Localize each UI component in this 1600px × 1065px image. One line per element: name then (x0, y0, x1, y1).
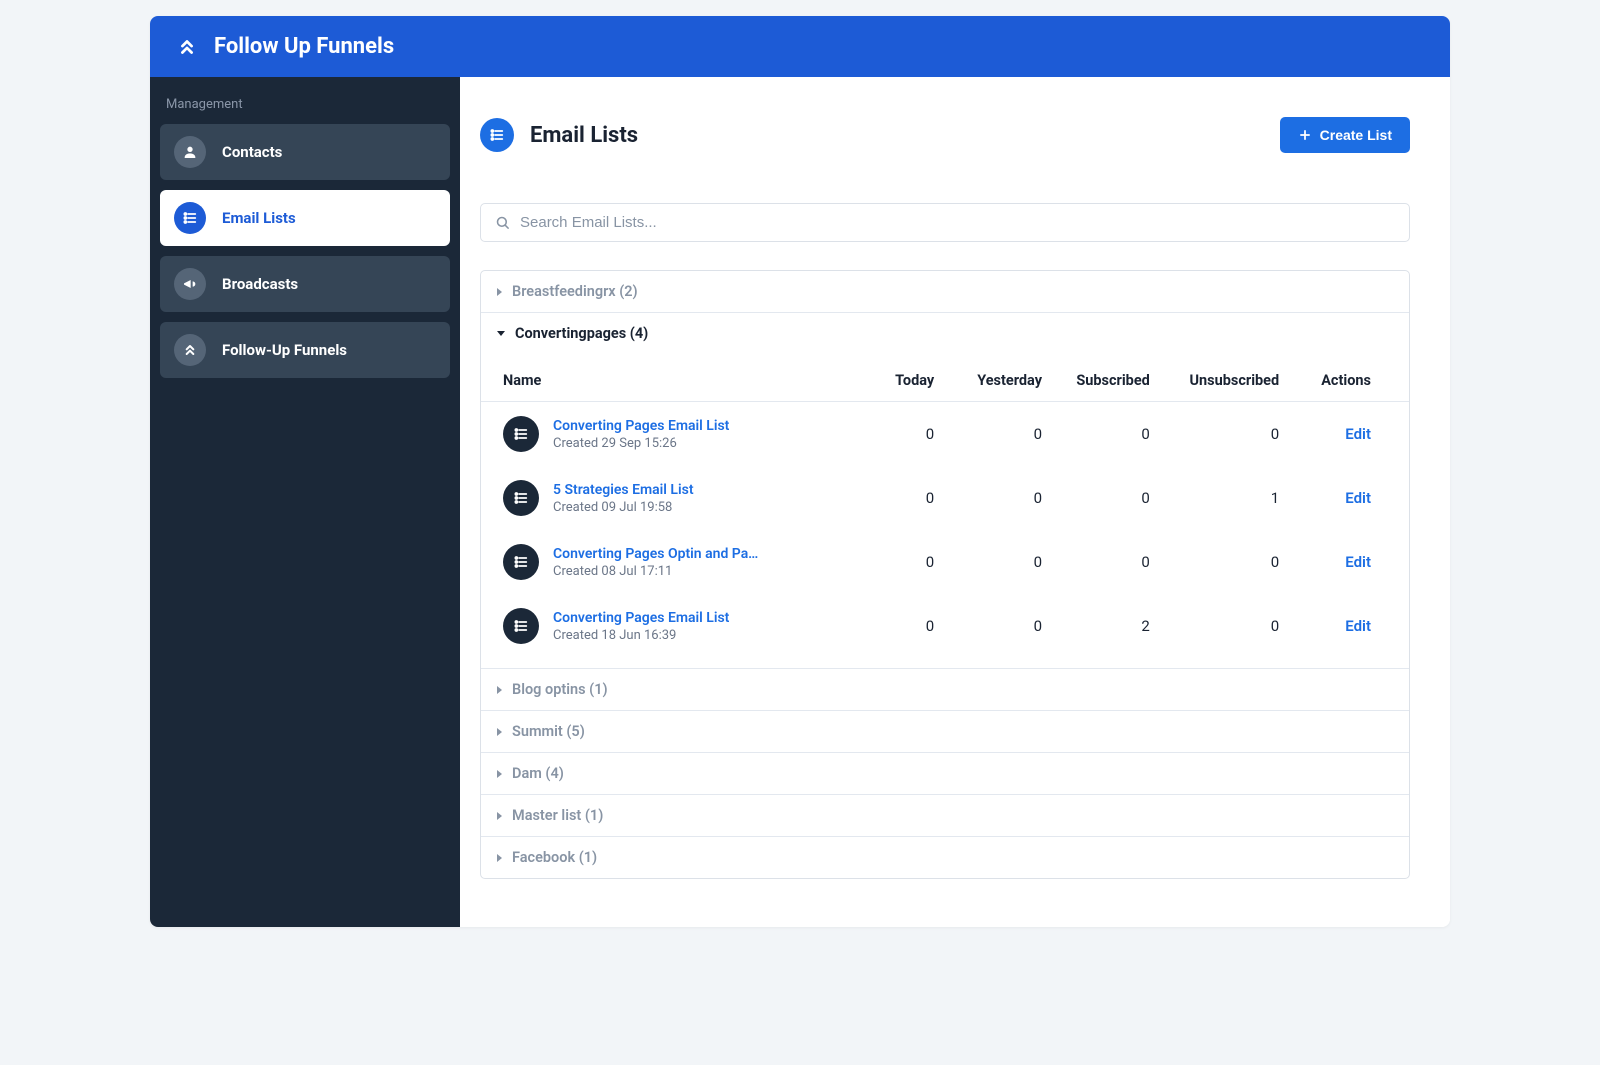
caret-right-icon (497, 770, 502, 778)
table-row: Converting Pages Email List Created 18 Ju… (481, 594, 1409, 658)
cell-today: 0 (826, 553, 934, 571)
sidebar-item-contacts[interactable]: Contacts (160, 124, 450, 180)
list-icon (503, 608, 539, 644)
col-yesterday: Yesterday (934, 372, 1042, 389)
cell-subscribed: 0 (1042, 553, 1150, 571)
list-name-link[interactable]: Converting Pages Email List (553, 418, 729, 434)
edit-link[interactable]: Edit (1279, 553, 1387, 571)
cell-yesterday: 0 (934, 617, 1042, 635)
cell-today: 0 (826, 489, 934, 507)
list-icon (174, 202, 206, 234)
app-title: Follow Up Funnels (214, 34, 394, 59)
sidebar-item-label: Email Lists (222, 209, 296, 227)
group-header[interactable]: Facebook (1) (481, 836, 1409, 878)
caret-down-icon (497, 331, 505, 336)
caret-right-icon (497, 728, 502, 736)
cell-unsubscribed: 0 (1150, 553, 1279, 571)
search-icon (495, 215, 510, 230)
group-label: Summit (5) (512, 723, 585, 740)
group-header[interactable]: Blog optins (1) (481, 668, 1409, 710)
caret-right-icon (497, 686, 502, 694)
list-icon (503, 480, 539, 516)
group-label: Convertingpages (4) (515, 325, 648, 342)
list-icon (503, 544, 539, 580)
group-label: Blog optins (1) (512, 681, 608, 698)
cell-subscribed: 2 (1042, 617, 1150, 635)
group-label: Facebook (1) (512, 849, 597, 866)
edit-link[interactable]: Edit (1279, 489, 1387, 507)
cell-subscribed: 0 (1042, 425, 1150, 443)
table-row: Converting Pages Optin and Pay… Created 0… (481, 530, 1409, 594)
name-cell: Converting Pages Email List Created 18 Ju… (503, 608, 826, 644)
caret-right-icon (497, 854, 502, 862)
cell-unsubscribed: 0 (1150, 425, 1279, 443)
group-header[interactable]: Convertingpages (4) (481, 312, 1409, 354)
group-label: Breastfeedingrx (2) (512, 283, 638, 300)
cell-yesterday: 0 (934, 553, 1042, 571)
caret-right-icon (497, 812, 502, 820)
col-subscribed: Subscribed (1042, 372, 1150, 389)
group-header[interactable]: Master list (1) (481, 794, 1409, 836)
cell-yesterday: 0 (934, 425, 1042, 443)
create-list-button[interactable]: Create List (1280, 117, 1410, 153)
table-row: Converting Pages Email List Created 29 Se… (481, 402, 1409, 466)
group-label: Master list (1) (512, 807, 603, 824)
sidebar-item-label: Contacts (222, 143, 282, 161)
cell-unsubscribed: 1 (1150, 489, 1279, 507)
chevrons-up-icon (176, 36, 198, 58)
sidebar-item-label: Broadcasts (222, 275, 298, 293)
page-title-wrap: Email Lists (480, 118, 638, 152)
sidebar-item-followup-funnels[interactable]: Follow-Up Funnels (160, 322, 450, 378)
group-label: Dam (4) (512, 765, 564, 782)
col-name: Name (503, 372, 826, 389)
megaphone-icon (174, 268, 206, 300)
list-name-link[interactable]: 5 Strategies Email List (553, 482, 694, 498)
content: Email Lists Create List Breastfeedingrx … (460, 77, 1450, 927)
sidebar-section-label: Management (160, 89, 450, 124)
group-header[interactable]: Summit (5) (481, 710, 1409, 752)
table-row: 5 Strategies Email List Created 09 Jul 19… (481, 466, 1409, 530)
cell-subscribed: 0 (1042, 489, 1150, 507)
created-text: Created 08 Jul 17:11 (553, 564, 763, 579)
name-cell: 5 Strategies Email List Created 09 Jul 19… (503, 480, 826, 516)
page-title: Email Lists (530, 123, 638, 148)
sidebar-item-email-lists[interactable]: Email Lists (160, 190, 450, 246)
search-input[interactable] (520, 214, 1395, 231)
cell-unsubscribed: 0 (1150, 617, 1279, 635)
col-unsubscribed: Unsubscribed (1150, 372, 1279, 389)
col-actions: Actions (1279, 372, 1387, 389)
app-window: Follow Up Funnels Management Contacts Em… (150, 16, 1450, 927)
list-icon (503, 416, 539, 452)
search-box[interactable] (480, 203, 1410, 242)
col-today: Today (826, 372, 934, 389)
edit-link[interactable]: Edit (1279, 425, 1387, 443)
cell-today: 0 (826, 425, 934, 443)
list-icon (480, 118, 514, 152)
chevrons-up-icon (174, 334, 206, 366)
created-text: Created 09 Jul 19:58 (553, 500, 694, 515)
list-name-link[interactable]: Converting Pages Email List (553, 610, 729, 626)
created-text: Created 18 Jun 16:39 (553, 628, 729, 643)
edit-link[interactable]: Edit (1279, 617, 1387, 635)
plus-icon (1298, 128, 1312, 142)
caret-right-icon (497, 288, 502, 296)
name-cell: Converting Pages Optin and Pay… Created 0… (503, 544, 826, 580)
sidebar-item-broadcasts[interactable]: Broadcasts (160, 256, 450, 312)
table-header: NameTodayYesterdaySubscribedUnsubscribed… (481, 360, 1409, 402)
content-header: Email Lists Create List (480, 117, 1410, 153)
cell-yesterday: 0 (934, 489, 1042, 507)
cell-today: 0 (826, 617, 934, 635)
name-cell: Converting Pages Email List Created 29 Se… (503, 416, 826, 452)
user-icon (174, 136, 206, 168)
group-header[interactable]: Dam (4) (481, 752, 1409, 794)
sidebar: Management Contacts Email Lists Broadcas… (150, 77, 460, 927)
group-header[interactable]: Breastfeedingrx (2) (481, 271, 1409, 312)
created-text: Created 29 Sep 15:26 (553, 436, 729, 451)
group-body: NameTodayYesterdaySubscribedUnsubscribed… (481, 354, 1409, 668)
topbar: Follow Up Funnels (150, 16, 1450, 77)
list-name-link[interactable]: Converting Pages Optin and Pay… (553, 546, 763, 562)
groups-panel: Breastfeedingrx (2) Convertingpages (4) Na… (480, 270, 1410, 879)
sidebar-item-label: Follow-Up Funnels (222, 341, 347, 359)
create-list-label: Create List (1320, 127, 1392, 143)
